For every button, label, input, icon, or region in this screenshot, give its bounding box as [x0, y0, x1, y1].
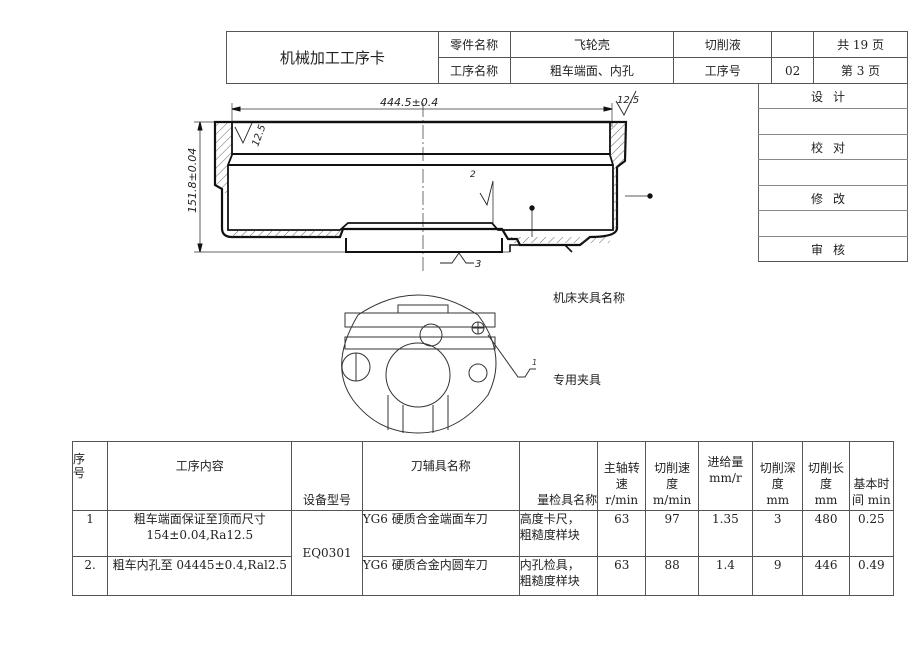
row-spindle: 63: [597, 510, 647, 557]
row-feed: 1.35: [697, 510, 754, 557]
height-dimension-text: 151.8±0.04: [186, 148, 199, 213]
row-cut-speed: 88: [645, 556, 699, 596]
locating-point-side: [647, 193, 653, 199]
row-cut-depth: 9: [752, 556, 804, 596]
roughness-top-text: 12.5: [617, 95, 639, 106]
central-bore: [385, 342, 451, 408]
signoff-design-value: [758, 108, 908, 135]
header-seq: 序号: [71, 441, 109, 511]
card-title: 机械加工工序卡: [226, 31, 439, 84]
fixture-name-value: 专用夹具: [553, 373, 602, 387]
header-spindle: 主轴转 速 r/min: [597, 441, 647, 511]
row-spindle: 63: [597, 556, 647, 596]
header-tool: 刀辅具名称: [361, 441, 520, 511]
outer-profile: [213, 120, 628, 247]
bottom-boss: [345, 238, 503, 253]
row-seq: 2.: [71, 556, 109, 596]
coolant-label: 切削液: [673, 31, 773, 58]
header-table: 机械加工工序卡 零件名称 飞轮壳 切削液 共 19 页 工序名称 粗车端面、内孔…: [226, 31, 908, 84]
row-cut-length: 480: [802, 510, 850, 557]
process-table: 序号 工序内容 设备型号 刀辅具名称 量检具名称 主轴转 速 r/min 切削速…: [71, 441, 895, 596]
signoff-review-label: 审核: [758, 236, 908, 262]
operation-name-label: 工序名称: [437, 57, 511, 84]
row-cut-speed: 97: [645, 510, 699, 557]
row-content: 粗车内孔至 04445±0.4,Ral2.5: [107, 556, 293, 596]
table-row: 1 粗车端面保证至顶而尺寸 154±0.04,Ra12.5 EQ0301 YG6…: [71, 510, 895, 596]
row-gauge: 内孔检具， 粗糙度样块: [518, 556, 599, 596]
row-cut-depth: 3: [752, 510, 804, 557]
row-base-time: 0.25: [848, 510, 895, 557]
part-name-label: 零件名称: [437, 31, 511, 58]
row-tool: YG6 硬质合金内圆车刀: [361, 556, 520, 596]
row-base-time: 0.49: [848, 556, 895, 596]
operation-no-value: 02: [771, 57, 815, 84]
width-dimension-text: 444.5±0.4: [380, 96, 438, 109]
part-section-drawing: 444.5±0.4 151.8±0.04 12.5 12.5 2 3: [186, 90, 653, 273]
header-cut-speed: 切削速 度 m/min: [645, 441, 699, 511]
coolant-value: [771, 31, 815, 58]
operation-no-label: 工序号: [673, 57, 773, 84]
signoff-proofread-value: [758, 159, 908, 186]
part-name-value: 飞轮壳: [509, 31, 675, 58]
fixture-name-label: 机床夹具名称: [553, 291, 626, 305]
inner-profile: [227, 122, 614, 231]
page-number: 第 3 页: [813, 57, 908, 84]
table-header-row: 序号 工序内容 设备型号 刀辅具名称 量检具名称 主轴转 速 r/min 切削速…: [71, 441, 895, 511]
roughness-symbol-3: [440, 252, 474, 264]
header-feed: 进给量 mm/r: [697, 441, 754, 511]
total-pages: 共 19 页: [813, 31, 908, 58]
row-gauge: 高度卡尺， 粗糙度样块: [518, 510, 599, 557]
roughness-symbol-2: [479, 180, 494, 207]
header-base-time: 基本时 间 min: [848, 441, 895, 511]
row-seq: 1: [71, 510, 109, 557]
housing-outline: [341, 294, 497, 434]
row-equipment: EQ0301: [291, 510, 363, 596]
locating-point-bottom: [529, 205, 535, 211]
fixture-symbol-text: 1: [532, 358, 537, 367]
table-row: 2. 粗车内孔至 04445±0.4,Ral2.5 YG6 硬质合金内圆车刀 内…: [71, 556, 895, 596]
fixture-view-drawing: 1: [341, 294, 537, 434]
row-feed: 1.4: [697, 556, 754, 596]
roughness-3-text: 3: [475, 259, 481, 270]
signoff-revise-label: 修改: [758, 185, 908, 211]
row-tool: YG6 硬质合金端面车刀: [361, 510, 520, 557]
operation-name-value: 粗车端面、内孔: [509, 57, 675, 84]
header-equipment: 设备型号: [291, 441, 363, 511]
header-cut-length: 切削长 度 mm: [802, 441, 850, 511]
roughness-left-text: 12.5: [250, 123, 268, 148]
row-content: 粗车端面保证至顶而尺寸 154±0.04,Ra12.5: [107, 510, 293, 557]
signoff-revise-value: [758, 210, 908, 237]
row-cut-length: 446: [802, 556, 850, 596]
header-cut-depth: 切削深 度 mm: [752, 441, 804, 511]
header-gauge: 量检具名称: [518, 441, 599, 511]
roughness-2-text: 2: [470, 170, 476, 180]
header-content: 工序内容: [107, 441, 293, 511]
signoff-table: 设计 校对 修改 审核: [758, 84, 908, 262]
roughness-symbol-left: [234, 122, 253, 145]
signoff-design-label: 设计: [758, 84, 908, 109]
signoff-proofread-label: 校对: [758, 134, 908, 160]
